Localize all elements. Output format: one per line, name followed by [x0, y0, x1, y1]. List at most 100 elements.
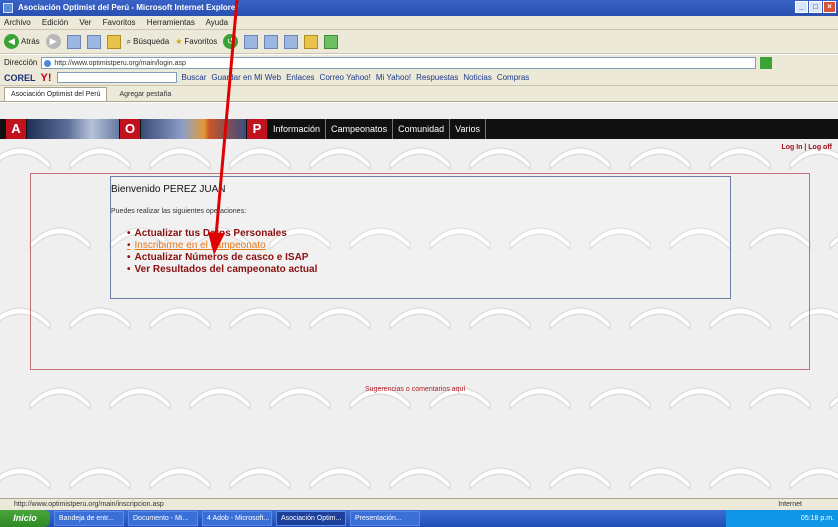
- options-panel: Bienvenido PEREZ JUAN Puedes realizar la…: [110, 176, 731, 299]
- link-respuestas[interactable]: Respuestas: [416, 73, 458, 82]
- pattern-tile: [0, 147, 51, 171]
- link-noticias[interactable]: Noticias: [463, 73, 491, 82]
- maximize-button[interactable]: □: [809, 1, 822, 13]
- search-icon: ⌕: [126, 36, 132, 46]
- refresh-icon[interactable]: [86, 34, 101, 49]
- pattern-tile: [229, 147, 291, 171]
- nav-informacion[interactable]: Información: [268, 119, 327, 139]
- stop-icon[interactable]: [66, 34, 81, 49]
- tab-active[interactable]: Asociación Optimist del Perú: [4, 87, 108, 101]
- start-button[interactable]: Inicio: [0, 510, 50, 527]
- window-title-bar: Asociación Optimist del Perú - Microsoft…: [0, 0, 838, 16]
- pattern-tile: [389, 147, 451, 171]
- link-compras[interactable]: Compras: [497, 73, 529, 82]
- login-logoff-links[interactable]: Log In | Log off: [781, 144, 832, 151]
- pattern-tile: [29, 387, 91, 411]
- back-button[interactable]: ◀ Atrás: [4, 34, 40, 49]
- favorites-button[interactable]: ★ Favoritos: [175, 37, 217, 46]
- link-enlaces[interactable]: Enlaces: [286, 73, 314, 82]
- pattern-tile: [789, 467, 838, 491]
- taskbar-item-active[interactable]: Asociación Optim...: [276, 511, 346, 526]
- corel-logo[interactable]: COREL: [4, 73, 36, 83]
- edit-icon[interactable]: [284, 34, 299, 49]
- corel-toolbar: COREL Y! Buscar Guardar en Mi Web Enlace…: [0, 70, 838, 86]
- system-tray: 05:18 p.m.: [726, 510, 838, 527]
- link-guardar[interactable]: Guardar en Mi Web: [211, 73, 281, 82]
- close-button[interactable]: ×: [823, 1, 836, 13]
- taskbar-item[interactable]: Documento - Mi...: [128, 511, 198, 526]
- pattern-tile: [269, 387, 331, 411]
- option-view-results[interactable]: Ver Resultados del campeonato actual: [127, 264, 318, 276]
- home-icon[interactable]: [106, 34, 121, 49]
- pattern-tile: [309, 147, 371, 171]
- yahoo-search-button[interactable]: Buscar: [182, 73, 207, 82]
- taskbar-item[interactable]: Bandeja de entr...: [54, 511, 124, 526]
- back-arrow-icon: ◀: [4, 34, 19, 49]
- pattern-tile: [69, 147, 131, 171]
- feedback-link[interactable]: Sugerencias o comentarios aquí: [365, 386, 465, 393]
- history-icon[interactable]: ↺: [223, 34, 239, 49]
- security-zone: Internet: [778, 501, 802, 508]
- menu-ver[interactable]: Ver: [79, 18, 91, 27]
- messenger-icon[interactable]: [324, 34, 339, 49]
- forward-button[interactable]: ▶: [45, 34, 61, 49]
- tab-strip: Asociación Optimist del Perú Agregar pes…: [0, 86, 838, 102]
- nav-campeonatos[interactable]: Campeonatos: [326, 119, 394, 139]
- pattern-tile: [69, 467, 131, 491]
- link-correo[interactable]: Correo Yahoo!: [320, 73, 371, 82]
- option-update-hull-numbers[interactable]: Actualizar Números de casco e ISAP: [127, 252, 317, 264]
- header-photo: [27, 119, 119, 139]
- pattern-tile: [749, 387, 811, 411]
- option-update-personal-data[interactable]: Actualizar tus Datos Personales: [127, 228, 317, 240]
- site-navigation: A O P Información Campeonatos Comunidad …: [0, 119, 838, 139]
- window-title: Asociación Optimist del Perú - Microsoft…: [18, 3, 239, 12]
- pattern-tile: [549, 147, 611, 171]
- search-button[interactable]: ⌕ Búsqueda: [127, 37, 170, 47]
- menu-favoritos[interactable]: Favoritos: [103, 18, 136, 27]
- pattern-tile: [549, 467, 611, 491]
- mail-icon[interactable]: [244, 34, 259, 49]
- ie-icon: [3, 3, 13, 13]
- page-viewport: A O P Información Campeonatos Comunidad …: [0, 103, 838, 498]
- instructions-text: Puedes realizar las siguientes operacion…: [111, 208, 247, 215]
- pattern-tile: [149, 467, 211, 491]
- menu-bar: Archivo Edición Ver Favoritos Herramient…: [0, 16, 838, 30]
- pattern-tile: [789, 147, 838, 171]
- pattern-tile: [629, 467, 691, 491]
- pattern-tile: [829, 395, 838, 411]
- minimize-button[interactable]: _: [795, 1, 808, 13]
- pattern-tile: [309, 467, 371, 491]
- pattern-tile: [709, 147, 771, 171]
- pattern-tile: [509, 387, 571, 411]
- option-register-championship[interactable]: Inscribirme en el campeonato: [127, 240, 317, 252]
- pattern-tile: [189, 387, 251, 411]
- menu-ayuda[interactable]: Ayuda: [206, 18, 229, 27]
- pattern-tile: [0, 467, 51, 491]
- folder-icon[interactable]: [304, 34, 319, 49]
- nav-square-o: O: [120, 119, 140, 139]
- taskbar-item[interactable]: 4 Adob - Microsoft...: [202, 511, 272, 526]
- link-mi-yahoo[interactable]: Mi Yahoo!: [376, 73, 411, 82]
- pattern-tile: [629, 147, 691, 171]
- pattern-tile: [109, 387, 171, 411]
- taskbar-item[interactable]: Presentación...: [350, 511, 420, 526]
- menu-edicion[interactable]: Edición: [42, 18, 68, 27]
- print-icon[interactable]: [264, 34, 279, 49]
- menu-archivo[interactable]: Archivo: [4, 18, 31, 27]
- clock: 05:18 p.m.: [800, 515, 834, 522]
- add-tab-button[interactable]: Agregar pestaña: [113, 88, 177, 101]
- options-list: Actualizar tus Datos Personales Inscribi…: [127, 228, 318, 276]
- yahoo-search-input[interactable]: [56, 72, 177, 83]
- header-photo-sails: [141, 119, 246, 139]
- yahoo-logo[interactable]: Y!: [41, 72, 52, 84]
- star-icon: ★: [175, 37, 183, 46]
- address-input[interactable]: http://www.optimistperu.org/main/login.a…: [41, 56, 757, 69]
- pattern-tile: [709, 467, 771, 491]
- taskbar: Inicio Bandeja de entr... Documento - Mi…: [0, 510, 838, 527]
- nav-varios[interactable]: Varios: [450, 119, 486, 139]
- go-button[interactable]: [760, 56, 773, 69]
- nav-comunidad[interactable]: Comunidad: [393, 119, 451, 139]
- pattern-tile: [589, 387, 651, 411]
- menu-herramientas[interactable]: Herramientas: [147, 18, 195, 27]
- pattern-tile: [389, 467, 451, 491]
